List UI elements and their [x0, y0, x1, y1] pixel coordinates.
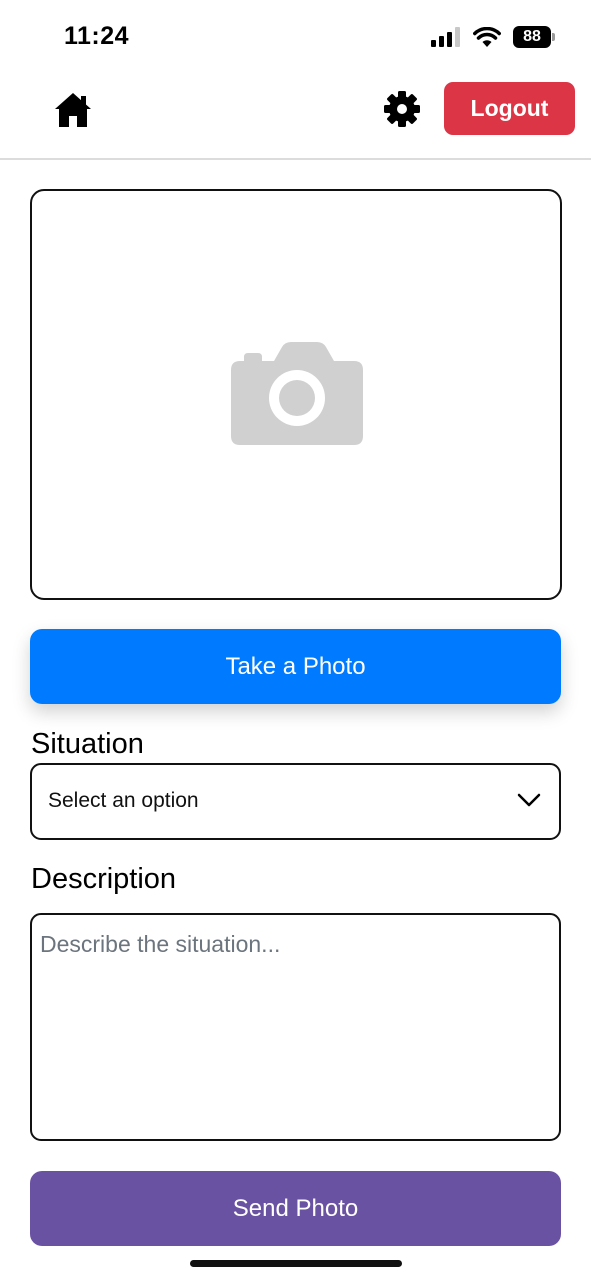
status-bar: 11:24 88	[0, 0, 591, 72]
logout-button[interactable]: Logout	[444, 82, 575, 135]
wifi-icon	[473, 26, 501, 47]
description-textarea[interactable]: Describe the situation...	[30, 913, 561, 1141]
status-time: 11:24	[64, 22, 130, 50]
cellular-signal-icon	[431, 27, 460, 47]
battery-icon: 88	[513, 26, 555, 48]
screen: 11:24 88 Logout Take a Photo Situation S…	[0, 0, 591, 1280]
send-photo-button[interactable]: Send Photo	[30, 1171, 561, 1246]
photo-preview	[30, 189, 562, 600]
status-icons: 88	[431, 26, 555, 48]
battery-tip	[552, 33, 555, 41]
situation-select[interactable]: Select an option	[30, 763, 561, 840]
situation-select-value: Select an option	[48, 789, 199, 812]
battery-level: 88	[523, 28, 541, 45]
situation-label: Situation	[31, 728, 144, 760]
gear-icon[interactable]	[384, 91, 420, 127]
home-indicator	[190, 1260, 402, 1267]
camera-icon	[231, 342, 363, 445]
app-header: Logout	[0, 72, 591, 160]
chevron-down-icon	[517, 793, 541, 807]
description-label: Description	[31, 863, 177, 895]
take-photo-button[interactable]: Take a Photo	[30, 629, 561, 704]
description-placeholder: Describe the situation...	[40, 931, 281, 957]
home-icon[interactable]	[54, 92, 92, 128]
